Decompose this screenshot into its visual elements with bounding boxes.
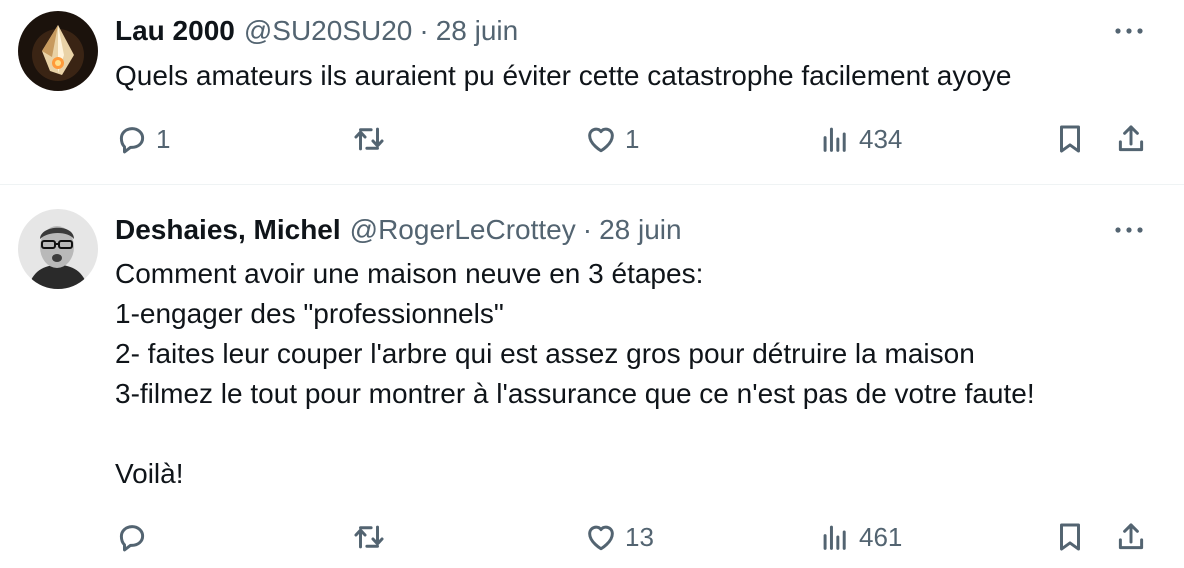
- separator-dot: ·: [582, 214, 593, 245]
- tweet[interactable]: Deshaies, Michel @RogerLeCrottey · 28 ju…: [0, 185, 1184, 568]
- reply-count: 1: [156, 123, 171, 154]
- retweet-button[interactable]: [352, 517, 393, 557]
- bookmark-button[interactable]: [1053, 517, 1087, 557]
- share-icon: [1118, 125, 1144, 152]
- view-count: 461: [859, 521, 903, 552]
- like-button[interactable]: 13: [584, 517, 654, 557]
- tweet-text: Quels amateurs ils auraient pu éviter ce…: [115, 60, 1012, 91]
- tweet-date[interactable]: 28 juin: [599, 212, 682, 248]
- like-count: 1: [625, 123, 640, 154]
- tweet-date[interactable]: 28 juin: [436, 13, 519, 49]
- author-name[interactable]: Lau 2000: [115, 13, 235, 49]
- author-handle[interactable]: @SU20SU20: [244, 13, 413, 49]
- separator-dot: ·: [419, 15, 429, 46]
- like-icon: [588, 127, 614, 153]
- views-icon: [823, 127, 846, 152]
- more-icon: [1115, 28, 1143, 34]
- retweet-icon: [354, 525, 384, 549]
- like-button[interactable]: 1: [584, 119, 639, 159]
- bookmark-button[interactable]: [1053, 119, 1087, 159]
- bookmark-icon: [1060, 523, 1080, 551]
- bookmark-icon: [1060, 125, 1080, 153]
- avatar[interactable]: [18, 209, 98, 289]
- more-button[interactable]: [1112, 16, 1146, 46]
- share-icon: [1118, 523, 1144, 550]
- author-handle[interactable]: @RogerLeCrottey: [350, 212, 576, 248]
- retweet-icon: [354, 127, 384, 151]
- views-button[interactable]: 434: [818, 119, 902, 159]
- retweet-button[interactable]: [352, 119, 393, 159]
- share-button[interactable]: [1114, 517, 1148, 557]
- tweet-text: Comment avoir une maison neuve en 3 étap…: [115, 258, 1035, 489]
- views-icon: [823, 525, 846, 550]
- reply-button[interactable]: 1: [115, 119, 170, 159]
- more-button[interactable]: [1112, 215, 1146, 245]
- tweet-header: Deshaies, Michel @RogerLeCrottey · 28 ju…: [115, 212, 682, 248]
- like-icon: [588, 525, 614, 551]
- views-button[interactable]: 461: [818, 517, 902, 557]
- like-count: 13: [625, 521, 654, 552]
- share-button[interactable]: [1114, 119, 1148, 159]
- reply-icon: [119, 525, 145, 552]
- reply-button[interactable]: [115, 517, 156, 557]
- view-count: 434: [859, 123, 903, 154]
- tweet[interactable]: Lau 2000 @SU20SU20 · 28 juin Quels amate…: [0, 0, 1184, 185]
- author-name[interactable]: Deshaies, Michel: [115, 212, 341, 248]
- reply-icon: [119, 127, 145, 154]
- avatar-image: [18, 209, 98, 289]
- avatar-image: [18, 11, 98, 91]
- more-icon: [1115, 227, 1143, 233]
- avatar[interactable]: [18, 11, 98, 91]
- tweet-header: Lau 2000 @SU20SU20 · 28 juin: [115, 13, 518, 49]
